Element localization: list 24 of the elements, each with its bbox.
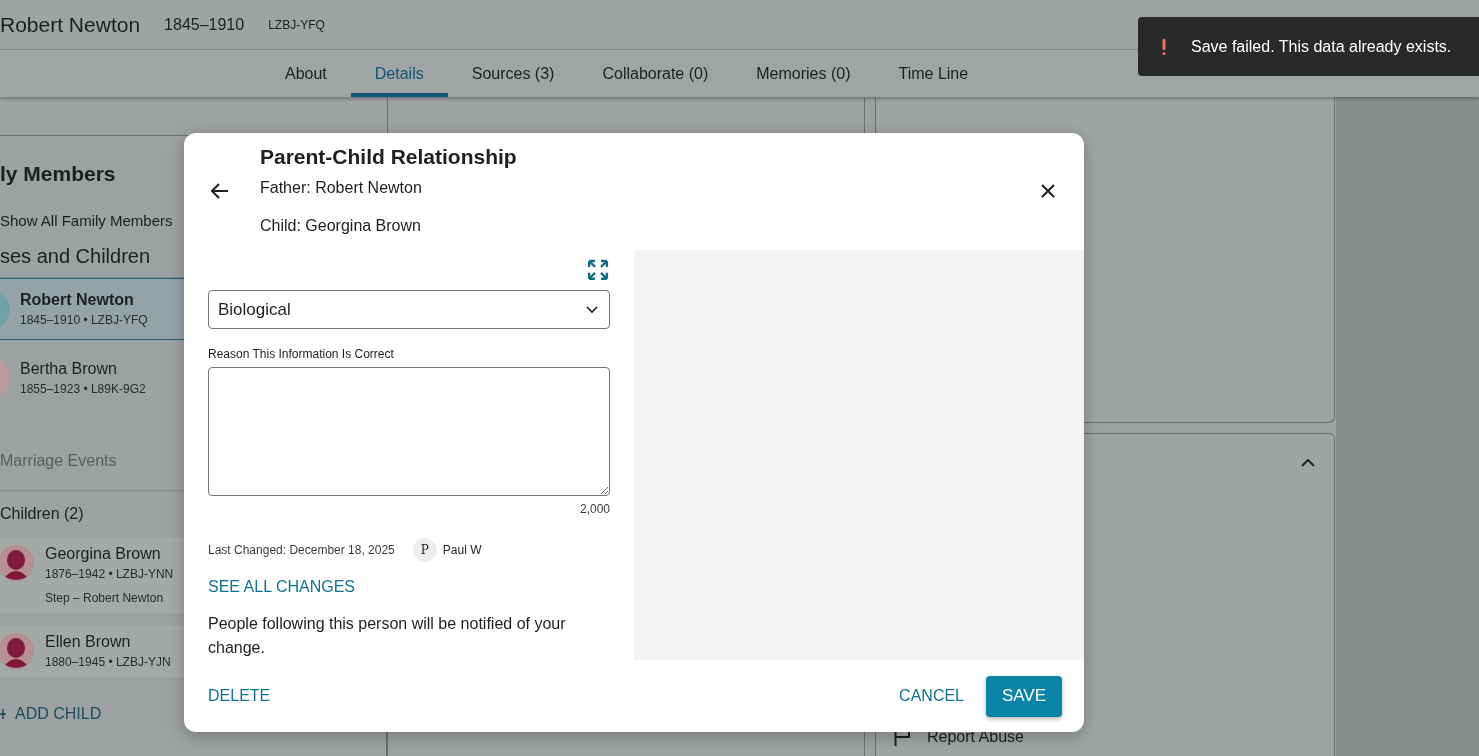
- person-name: Robert Newton: [0, 12, 141, 37]
- notice-text: People following this person will be notified of your change.: [208, 614, 567, 658]
- person-details: 1855–1923 • L89K-9G2: [20, 382, 146, 396]
- toast-message: Save failed. This data already exists.: [1191, 37, 1452, 56]
- life-dates: 1845–1910: [164, 15, 245, 34]
- person-details: 1880–1945 • LZBJ-YJN: [45, 655, 171, 669]
- user-avatar: P: [412, 538, 437, 562]
- last-changed-text: Last Changed: December 18, 2025: [208, 543, 395, 557]
- father-name: Father: Robert Newton: [260, 179, 423, 197]
- panel-title: ly Members: [0, 162, 117, 186]
- relationship-text: Step – Robert Newton: [45, 591, 165, 605]
- field-label: Reason This Information Is Correct: [208, 347, 395, 362]
- person-details: 1876–1942 • LZBJ-YNN: [45, 567, 174, 581]
- person-name: Ellen Brown: [45, 633, 132, 651]
- character-count: 2,000: [579, 502, 610, 516]
- person-name: Georgina Brown: [45, 545, 162, 563]
- person-id: LZBJ-YFQ: [268, 17, 325, 32]
- user-name: Paul W: [442, 543, 482, 557]
- person-details: 1845–1910 • LZBJ-YFQ: [20, 313, 148, 327]
- person-name: Robert Newton: [20, 291, 135, 309]
- children-heading: Children (2): [0, 505, 85, 523]
- person-name: Bertha Brown: [20, 360, 118, 378]
- dialog-title: Parent-Child Relationship: [260, 145, 517, 169]
- child-name: Child: Georgina Brown: [260, 217, 422, 235]
